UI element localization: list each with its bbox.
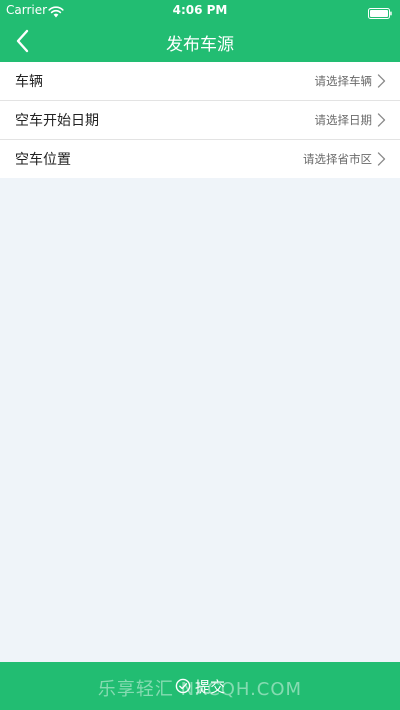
submit-button[interactable]: 乐享轻汇 NXCQH.COM 提交 — [0, 662, 400, 710]
status-bar: Carrier 4:06 PM — [0, 0, 400, 20]
submit-label: 提交 — [194, 678, 225, 696]
form-list: 车辆 请选择车辆 空车开始日期 请选择日期 空车位置 请选择省市区 — [0, 62, 400, 178]
chevron-right-icon — [377, 113, 386, 127]
empty-location-row[interactable]: 空车位置 请选择省市区 — [0, 140, 400, 178]
battery-icon — [368, 5, 392, 19]
row-label: 空车位置 — [15, 152, 71, 168]
row-label: 车辆 — [15, 74, 43, 90]
vehicle-row[interactable]: 车辆 请选择车辆 — [0, 62, 400, 101]
row-placeholder: 请选择省市区 — [303, 152, 372, 166]
row-placeholder: 请选择车辆 — [314, 74, 373, 88]
status-time: 4:06 PM — [172, 3, 228, 17]
submit-content: 提交 — [0, 676, 400, 697]
row-label: 空车开始日期 — [15, 113, 99, 129]
empty-start-date-row[interactable]: 空车开始日期 请选择日期 — [0, 101, 400, 140]
check-circle-icon — [175, 678, 191, 694]
chevron-right-icon — [377, 74, 386, 88]
page-title: 发布车源 — [166, 35, 234, 55]
row-placeholder: 请选择日期 — [314, 113, 373, 127]
app-header: Carrier 4:06 PM 发布车源 — [0, 0, 400, 62]
chevron-right-icon — [377, 152, 386, 166]
nav-bar: 发布车源 — [0, 20, 400, 62]
